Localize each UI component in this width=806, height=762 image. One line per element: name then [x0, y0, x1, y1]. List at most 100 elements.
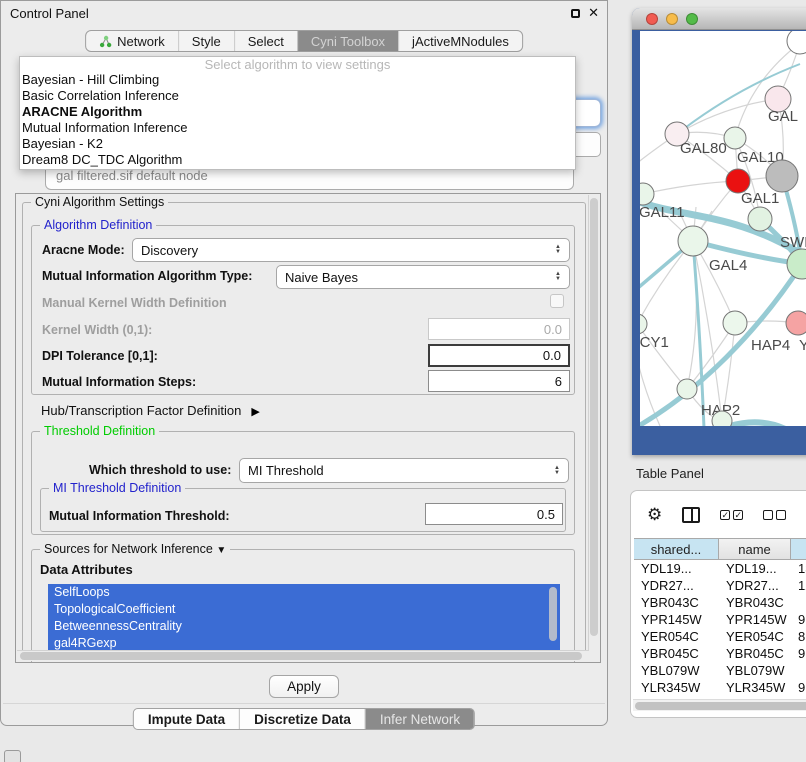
table-panel-title: Table Panel	[636, 466, 704, 481]
mi-threshold-group: MI Threshold Definition Mutual Informati…	[40, 488, 566, 532]
which-threshold-combobox[interactable]: MI Threshold ▲▼	[239, 458, 569, 483]
checked-boxes-icon[interactable]: ✓✓	[720, 510, 743, 520]
zoom-traffic-light-icon[interactable]	[686, 13, 698, 25]
network-node[interactable]	[787, 249, 806, 279]
network-table-combobox-value: gal filtered.sif default node	[56, 168, 208, 183]
network-window-titlebar[interactable]	[632, 8, 806, 30]
column-header-name[interactable]: name	[719, 539, 791, 559]
network-view-window: GALGAL80GAL10GAL1GAL11SWI4GAL4GCY1HAP4YH…	[632, 8, 806, 455]
vertical-scrollbar[interactable]	[588, 195, 599, 651]
algorithm-option-bayesian-k2[interactable]: Bayesian - K2	[20, 136, 575, 152]
expanded-arrow-icon[interactable]: ▼	[216, 545, 226, 556]
tab-discretize-data[interactable]: Discretize Data	[239, 709, 365, 729]
mi-threshold-label: Mutual Information Threshold:	[49, 509, 230, 523]
horizontal-scrollbar[interactable]	[17, 650, 589, 661]
tab-network[interactable]: Network	[86, 31, 178, 51]
algorithm-option-aracne-algorithm[interactable]: ARACNE Algorithm	[20, 104, 575, 120]
attribute-item-topologicalcoefficient[interactable]: TopologicalCoefficient	[48, 601, 560, 618]
table-horizontal-scrollbar[interactable]	[633, 699, 806, 711]
network-node-gal10[interactable]	[724, 127, 746, 149]
mi-type-value: Naive Bayes	[285, 270, 358, 285]
network-node[interactable]	[766, 160, 798, 192]
dpi-tolerance-field[interactable]: 0.0	[428, 344, 570, 367]
close-traffic-light-icon[interactable]	[646, 13, 658, 25]
tab-infer-network[interactable]: Infer Network	[365, 709, 474, 729]
manual-kernel-checkbox[interactable]	[550, 294, 564, 308]
network-graph: GALGAL80GAL10GAL1GAL11SWI4GAL4GCY1HAP4YH…	[640, 31, 806, 426]
algorithm-definition-title: Algorithm Definition	[40, 218, 156, 232]
network-canvas[interactable]: GALGAL80GAL10GAL1GAL11SWI4GAL4GCY1HAP4YH…	[640, 31, 806, 426]
tab-cyni-toolbox[interactable]: Cyni Toolbox	[297, 31, 398, 51]
sources-title-text: Sources for Network Inference	[44, 542, 213, 556]
attribute-item-betweennesscentrality[interactable]: BetweennessCentrality	[48, 618, 560, 635]
kernel-width-field[interactable]: 0.0	[428, 318, 570, 340]
mi-steps-field[interactable]: 6	[428, 370, 570, 392]
aracne-mode-combobox[interactable]: Discovery ▲▼	[132, 238, 570, 262]
tab-jactivemnodules[interactable]: jActiveMNodules	[398, 31, 522, 51]
hub-definition-toggle[interactable]: Hub/Transcription Factor Definition▶	[41, 403, 260, 418]
attribute-table: shared...nameA YDL19...YDL19...13YDR27..…	[634, 538, 806, 717]
split-view-icon[interactable]	[682, 507, 700, 523]
network-node-y[interactable]	[786, 311, 806, 335]
dpi-tolerance-label: DPI Tolerance [0,1]:	[42, 349, 158, 363]
network-node-gcy1[interactable]	[640, 314, 647, 334]
table-cell: 9.	[791, 679, 806, 696]
settings-scrollpane: Cyni Algorithm Settings Algorithm Defini…	[15, 193, 601, 663]
table-row[interactable]: YDR27...YDR27...12	[634, 577, 806, 594]
table-row[interactable]: YBR045CYBR045C9.	[634, 645, 806, 662]
column-header-a[interactable]: A	[791, 539, 806, 559]
network-node-hap2[interactable]	[677, 379, 697, 399]
gear-icon[interactable]: ⚙	[647, 506, 662, 523]
table-cell: YLR345W	[634, 679, 719, 696]
table-row[interactable]: YBL079WYBL079W	[634, 662, 806, 679]
list-scrollbar-thumb[interactable]	[549, 587, 557, 641]
table-scrollbar-thumb[interactable]	[635, 702, 806, 710]
table-cell: YER054C	[634, 628, 719, 645]
panel-corner-icon[interactable]	[4, 750, 21, 762]
table-cell: YDL19...	[634, 560, 719, 577]
network-node-gal4[interactable]	[678, 226, 708, 256]
sources-group: Sources for Network Inference ▼ Data Att…	[31, 549, 575, 663]
aracne-mode-value: Discovery	[141, 243, 198, 258]
attribute-item-selfloops[interactable]: SelfLoops	[48, 584, 560, 601]
tab-label: jActiveMNodules	[412, 34, 509, 49]
tab-impute-data[interactable]: Impute Data	[134, 709, 239, 729]
network-edge	[640, 194, 660, 426]
close-icon[interactable]: ✕	[588, 5, 599, 21]
network-node[interactable]	[712, 411, 732, 426]
algorithm-option-basic-correlation-inference[interactable]: Basic Correlation Inference	[20, 88, 575, 104]
unchecked-boxes-icon[interactable]	[763, 510, 786, 520]
divider	[3, 703, 605, 704]
mi-threshold-field[interactable]: 0.5	[425, 503, 563, 525]
horizontal-scrollbar-thumb[interactable]	[20, 652, 582, 660]
algorithm-option-mutual-information-inference[interactable]: Mutual Information Inference	[20, 120, 575, 136]
kernel-width-label: Kernel Width (0,1):	[42, 323, 152, 337]
node-label: GAL11	[640, 204, 685, 221]
network-node-hap4[interactable]	[723, 311, 747, 335]
minimize-traffic-light-icon[interactable]	[666, 13, 678, 25]
threshold-definition-group: Threshold Definition Which threshold to …	[31, 431, 575, 535]
cyni-algorithm-settings-group: Cyni Algorithm Settings Algorithm Defini…	[22, 202, 586, 654]
table-row[interactable]: YLR345WYLR345W9.	[634, 679, 806, 696]
algorithm-option-dream8-dc-tdc-algorithm[interactable]: Dream8 DC_TDC Algorithm	[20, 152, 575, 168]
table-cell: YER054C	[719, 628, 791, 645]
tab-label: Select	[248, 34, 284, 49]
table-cell	[791, 662, 806, 679]
table-row[interactable]: YBR043CYBR043C	[634, 594, 806, 611]
table-row[interactable]: YDL19...YDL19...13	[634, 560, 806, 577]
network-node-swi4[interactable]	[748, 207, 772, 231]
tab-style[interactable]: Style	[178, 31, 234, 51]
mi-steps-label: Mutual Information Steps:	[42, 375, 196, 389]
table-row[interactable]: YPR145WYPR145W9.	[634, 611, 806, 628]
column-header-shared[interactable]: shared...	[634, 539, 719, 559]
float-window-icon[interactable]	[571, 9, 580, 18]
algorithm-option-bayesian-hill-climbing[interactable]: Bayesian - Hill Climbing	[20, 72, 575, 88]
table-row[interactable]: YER054CYER054C8.	[634, 628, 806, 645]
mi-type-combobox[interactable]: Naive Bayes ▲▼	[276, 265, 570, 289]
apply-button[interactable]: Apply	[269, 675, 339, 698]
table-cell: YBR045C	[719, 645, 791, 662]
node-label: HAP4	[751, 337, 790, 354]
tab-select[interactable]: Select	[234, 31, 297, 51]
table-toolbar: ⚙ ✓✓	[631, 491, 806, 538]
vertical-scrollbar-thumb[interactable]	[590, 198, 598, 636]
